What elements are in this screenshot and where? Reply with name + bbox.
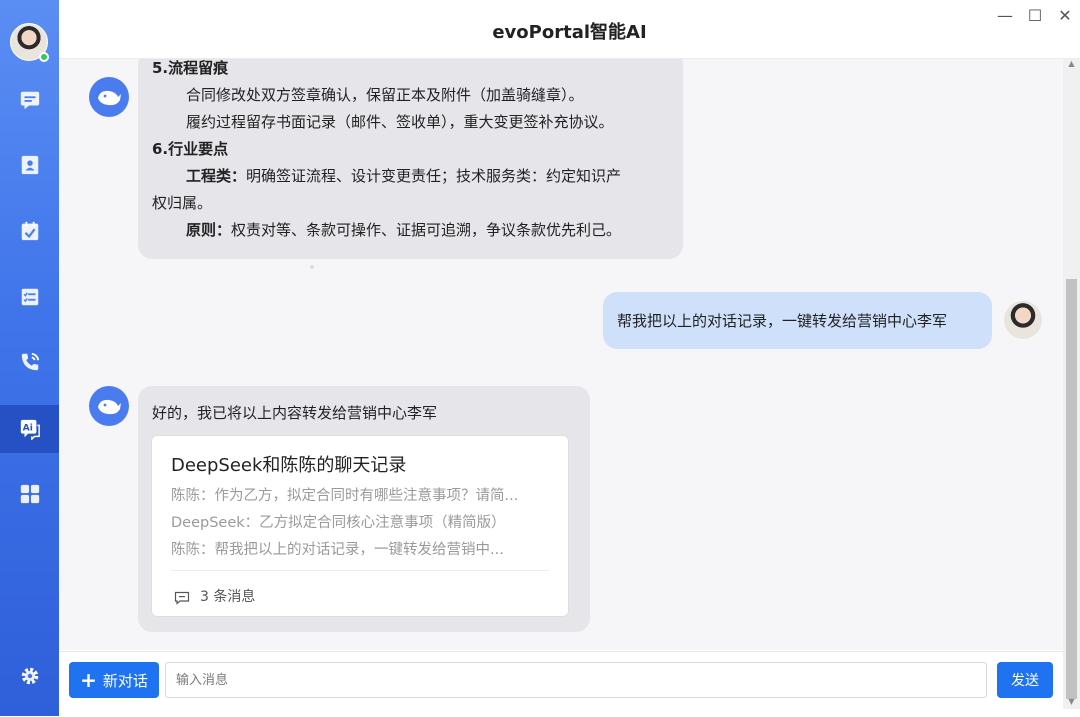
divider-dot — [310, 265, 314, 269]
calendar-check-icon — [21, 221, 38, 241]
message-line: 履约过程留存书面记录（邮件、签收单），重大变更签补充协议。 — [186, 113, 614, 131]
message-text: 帮我把以上的对话记录，一键转发给营销中心李军 — [617, 312, 948, 330]
message-input[interactable] — [165, 662, 987, 698]
online-status-dot — [39, 52, 49, 62]
bot-avatar — [89, 77, 129, 117]
sidebar-item-contacts[interactable] — [0, 141, 59, 189]
sidebar-item-calls[interactable] — [0, 338, 59, 386]
user-avatar-sidebar[interactable] — [10, 23, 49, 62]
scroll-up-arrow[interactable]: ▲ — [1063, 59, 1080, 71]
message-count: 3 条消息 — [174, 584, 255, 611]
sidebar-item-settings[interactable] — [0, 652, 59, 700]
avatar — [1004, 301, 1042, 339]
card-title: DeepSeek和陈陈的聊天记录 — [171, 455, 407, 476]
sidebar-item-calendar[interactable] — [0, 207, 59, 255]
whale-icon — [98, 90, 121, 106]
plus-icon: + — [80, 668, 97, 692]
sidebar-item-ai[interactable]: Ai — [0, 405, 59, 453]
scroll-thumb[interactable] — [1066, 279, 1077, 699]
message-line: 原则：权责对等、条款可操作、证据可追溯，争议条款优先利己。 — [186, 221, 622, 239]
whale-icon — [98, 399, 121, 415]
message-icon — [20, 91, 39, 110]
chat-area: 5.流程留痕 合同修改处双方签章确认，保留正本及附件（加盖骑缝章）。 履约过程留… — [59, 59, 1063, 650]
ai-message-bubble: 5.流程留痕 合同修改处双方签章确认，保留正本及附件（加盖骑缝章）。 履约过程留… — [138, 59, 683, 259]
card-preview-line: 陈陈：帮我把以上的对话记录，一键转发给营销中... — [171, 542, 504, 558]
minimize-button[interactable]: — — [994, 6, 1016, 25]
ai-message-bubble: 好的，我已将以上内容转发给营销中心李军 DeepSeek和陈陈的聊天记录 陈陈：… — [138, 386, 590, 632]
sidebar-item-tasks[interactable] — [0, 273, 59, 321]
new-chat-button[interactable]: + 新对话 — [69, 662, 159, 698]
comment-icon — [174, 591, 190, 605]
divider — [171, 570, 549, 571]
close-button[interactable]: ✕ — [1054, 6, 1076, 25]
scrollbar[interactable]: ▲ ▼ — [1063, 59, 1080, 709]
apps-grid-icon — [20, 484, 39, 504]
message-line: 工程类：明确签证流程、设计变更责任；技术服务类：约定知识产 — [186, 167, 622, 185]
phone-icon — [21, 352, 39, 371]
task-list-icon — [21, 288, 38, 306]
sidebar-item-messages[interactable] — [0, 76, 59, 124]
card-preview-line: DeepSeek：乙方拟定合同核心注意事项（精简版） — [171, 515, 506, 531]
ai-chat-icon: Ai — [20, 419, 40, 440]
send-button[interactable]: 发送 — [997, 662, 1053, 698]
message-line: 合同修改处双方签章确认，保留正本及附件（加盖骑缝章）。 — [186, 86, 584, 104]
message-text: 好的，我已将以上内容转发给营销中心李军 — [152, 404, 438, 422]
bot-avatar — [89, 386, 129, 426]
contact-card-icon — [21, 155, 38, 175]
card-preview-line: 陈陈：作为乙方，拟定合同时有哪些注意事项？请简... — [171, 488, 519, 504]
gear-icon — [21, 667, 38, 685]
title-bar: evoPortal智能AI — ☐ ✕ — [59, 0, 1080, 59]
new-chat-label: 新对话 — [102, 671, 148, 690]
sidebar: Ai — [0, 0, 59, 716]
message-line: 权归属。 — [152, 194, 213, 212]
app-title: evoPortal智能AI — [492, 22, 647, 43]
maximize-button[interactable]: ☐ — [1024, 6, 1046, 25]
user-message-bubble: 帮我把以上的对话记录，一键转发给营销中心李军 — [603, 292, 992, 349]
sidebar-item-apps[interactable] — [0, 470, 59, 518]
message-line: 5.流程留痕 — [152, 59, 229, 77]
scroll-down-arrow[interactable]: ▼ — [1063, 697, 1080, 709]
forwarded-chat-card[interactable]: DeepSeek和陈陈的聊天记录 陈陈：作为乙方，拟定合同时有哪些注意事项？请简… — [151, 435, 569, 617]
svg-text:Ai: Ai — [22, 422, 32, 433]
composer-bar: + 新对话 发送 — [59, 651, 1063, 717]
message-line: 6.行业要点 — [152, 140, 229, 158]
